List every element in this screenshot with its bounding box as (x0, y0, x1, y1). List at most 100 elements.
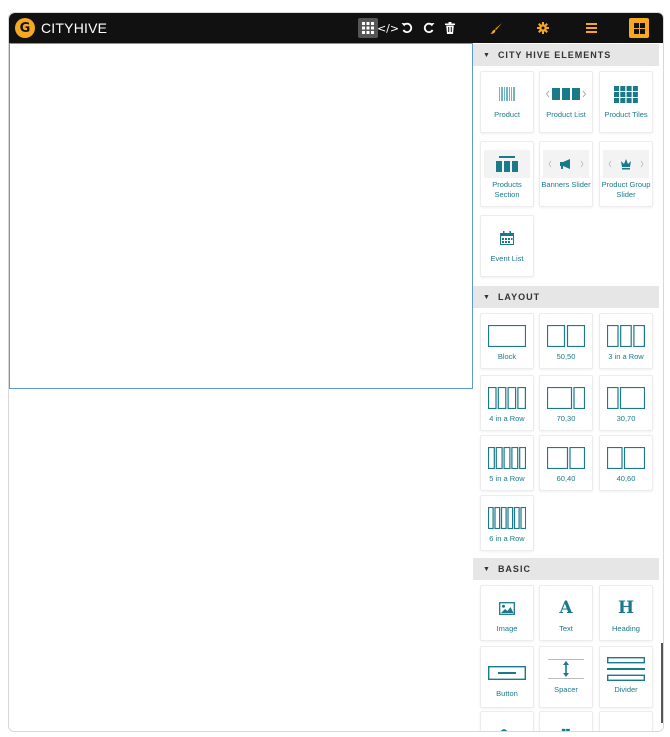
product-tiles-icon (603, 80, 649, 108)
calendar-icon (484, 224, 530, 252)
block-text[interactable]: A Text (539, 585, 593, 641)
thirty-seventy-layout-icon (603, 384, 649, 412)
block-label: Button (496, 689, 518, 698)
layout-50-50[interactable]: 50,50 (539, 313, 593, 369)
layout-4-in-a-row[interactable]: 4 in a Row (480, 375, 534, 431)
top-toolbar: G CITYHIVE </> (9, 13, 663, 43)
block-banners-slider[interactable]: Banners Slider (539, 141, 593, 207)
layout-70-30[interactable]: 70,30 (539, 375, 593, 431)
section-title: LAYOUT (497, 292, 541, 302)
block-layout-icon (484, 322, 530, 350)
block-label: 5 in a Row (489, 474, 525, 483)
logo-mark-icon: G (15, 18, 35, 38)
block-label: Product List (546, 110, 586, 119)
block-label: 60,40 (556, 474, 576, 483)
section-header-elements[interactable]: ▼ CITY HIVE ELEMENTS (473, 44, 659, 66)
block-label: Banners Slider (541, 180, 591, 189)
block-label: Event List (490, 254, 524, 263)
code-view-button[interactable]: </> (377, 19, 399, 37)
heading-icon: H (617, 598, 635, 618)
brush-icon[interactable] (488, 19, 504, 37)
cityhive-logo[interactable]: G CITYHIVE (15, 18, 107, 38)
layout-block[interactable]: Block (480, 313, 534, 369)
three-col-layout-icon (603, 322, 649, 350)
code-icon: </> (603, 722, 649, 732)
block-label: 4 in a Row (489, 414, 525, 423)
redo-icon[interactable] (422, 19, 436, 37)
block-product-list[interactable]: Product List (539, 71, 593, 133)
layout-60-40[interactable]: 60,40 (539, 435, 593, 491)
blocks-panel: ▼ CITY HIVE ELEMENTS Product Product Lis… (473, 43, 663, 732)
section-header-basic[interactable]: ▼ BASIC (473, 558, 659, 580)
editor-canvas[interactable] (9, 43, 473, 389)
block-label: Image (496, 624, 518, 633)
block-label: Text (559, 624, 573, 633)
blocks-icon[interactable] (629, 18, 649, 38)
block-product[interactable]: Product (480, 71, 534, 133)
block-label: 50,50 (556, 352, 576, 361)
caret-down-icon: ▼ (483, 51, 491, 59)
block-product-tiles[interactable]: Product Tiles (599, 71, 653, 133)
block-label: 30,70 (616, 414, 636, 423)
block-divider[interactable]: Divider (599, 646, 653, 708)
block-link[interactable] (480, 711, 534, 731)
block-heading[interactable]: H Heading (599, 585, 653, 641)
undo-icon[interactable] (400, 19, 414, 37)
menu-icon[interactable] (583, 19, 599, 37)
section-title: BASIC (497, 564, 531, 574)
block-label: Product Group Slider (601, 180, 651, 199)
crown-slider-icon (603, 150, 649, 178)
app-name: CITYHIVE (41, 20, 108, 36)
caret-down-icon: ▼ (483, 293, 491, 301)
product-list-icon (543, 80, 589, 108)
seventy-thirty-layout-icon (543, 384, 589, 412)
layout-30-70[interactable]: 30,70 (599, 375, 653, 431)
products-section-icon (484, 150, 530, 178)
six-col-layout-icon (484, 504, 530, 532)
gear-icon[interactable] (535, 19, 551, 37)
grid-icon[interactable] (358, 18, 378, 38)
megaphone-slider-icon (543, 150, 589, 178)
two-col-layout-icon (543, 322, 589, 350)
sixty-forty-layout-icon (543, 444, 589, 472)
block-label: 70,30 (556, 414, 576, 423)
divider-icon (603, 655, 649, 683)
block-label: Spacer (554, 685, 578, 694)
layout-40-60[interactable]: 40,60 (599, 435, 653, 491)
block-label: 6 in a Row (489, 534, 525, 543)
five-col-layout-icon (484, 444, 530, 472)
image-icon (484, 594, 530, 622)
trash-icon[interactable] (443, 19, 457, 37)
block-image[interactable]: Image (480, 585, 534, 641)
block-spacer[interactable]: Spacer (539, 646, 593, 708)
link-icon (484, 722, 530, 731)
section-header-layout[interactable]: ▼ LAYOUT (473, 286, 659, 308)
block-button[interactable]: Button (480, 646, 534, 708)
quote-icon: ❞ (543, 722, 589, 732)
forty-sixty-layout-icon (603, 444, 649, 472)
block-label: Product (494, 110, 520, 119)
text-icon: A (559, 598, 573, 618)
block-label: Products Section (492, 180, 522, 199)
layout-3-in-a-row[interactable]: 3 in a Row (599, 313, 653, 369)
block-product-group-slider[interactable]: Product Group Slider (599, 141, 653, 207)
caret-down-icon: ▼ (483, 565, 491, 573)
block-quote[interactable]: ❞ (539, 711, 593, 732)
four-col-layout-icon (484, 384, 530, 412)
spacer-icon (543, 655, 589, 683)
builder-window: G CITYHIVE </> ▼ CITY HIVE ELEMENTS Prod… (8, 12, 664, 732)
button-icon (484, 659, 530, 687)
panel-scrollbar[interactable] (661, 643, 663, 723)
block-products-section[interactable]: Products Section (480, 141, 534, 207)
section-title: CITY HIVE ELEMENTS (497, 50, 612, 60)
block-label: Product Tiles (604, 110, 648, 119)
block-label: Block (497, 352, 517, 361)
block-label: 40,60 (616, 474, 636, 483)
barcode-icon (484, 80, 530, 108)
layout-6-in-a-row[interactable]: 6 in a Row (480, 495, 534, 551)
block-label: Divider (614, 685, 638, 694)
block-code[interactable]: </> (599, 711, 653, 732)
layout-5-in-a-row[interactable]: 5 in a Row (480, 435, 534, 491)
block-label: 3 in a Row (608, 352, 644, 361)
block-event-list[interactable]: Event List (480, 215, 534, 277)
